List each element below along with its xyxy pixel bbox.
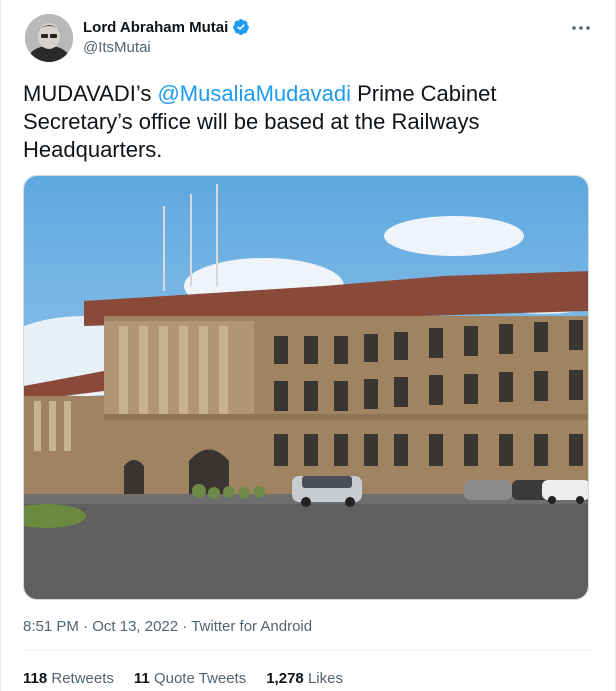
mention-link[interactable]: @MusaliaMudavadi (157, 81, 351, 106)
author-name-row[interactable]: Lord Abraham Mutai (83, 18, 250, 36)
tweet-card: Lord Abraham Mutai @ItsMutai MUDAVADI’s … (0, 0, 616, 691)
author-handle[interactable]: @ItsMutai (83, 39, 151, 56)
author-display-name[interactable]: Lord Abraham Mutai (83, 19, 228, 36)
more-options-icon[interactable] (569, 16, 593, 40)
meta-separator: · (83, 618, 89, 635)
tweet-date[interactable]: Oct 13, 2022 (92, 618, 178, 635)
avatar[interactable] (25, 14, 73, 62)
likes-label: Likes (307, 670, 343, 687)
likes-stat[interactable]: 1,278 Likes (266, 670, 343, 687)
tweet-text-part: MUDAVADI’s (23, 81, 158, 106)
quote-tweets-stat[interactable]: 11 Quote Tweets (134, 670, 246, 687)
retweets-count: 118 (23, 670, 48, 687)
verified-badge-icon (233, 19, 250, 35)
retweets-label: Retweets (51, 670, 114, 687)
tweet-stats: 118 Retweets 11 Quote Tweets 1,278 Likes (23, 670, 343, 687)
quote-tweets-count: 11 (133, 670, 150, 687)
tweet-source[interactable]: Twitter for Android (191, 618, 312, 635)
divider (23, 650, 593, 651)
meta-separator: · (182, 618, 188, 635)
tweet-time[interactable]: 8:51 PM (23, 618, 79, 635)
likes-count: 1,278 (266, 670, 304, 687)
tweet-photo[interactable] (23, 175, 589, 600)
quote-tweets-label: Quote Tweets (153, 670, 247, 687)
tweet-text: MUDAVADI’s @MusaliaMudavadi Prime Cabine… (23, 80, 593, 164)
retweets-stat[interactable]: 118 Retweets (23, 670, 114, 687)
tweet-meta: 8:51 PM · Oct 13, 2022 · Twitter for And… (23, 618, 312, 635)
